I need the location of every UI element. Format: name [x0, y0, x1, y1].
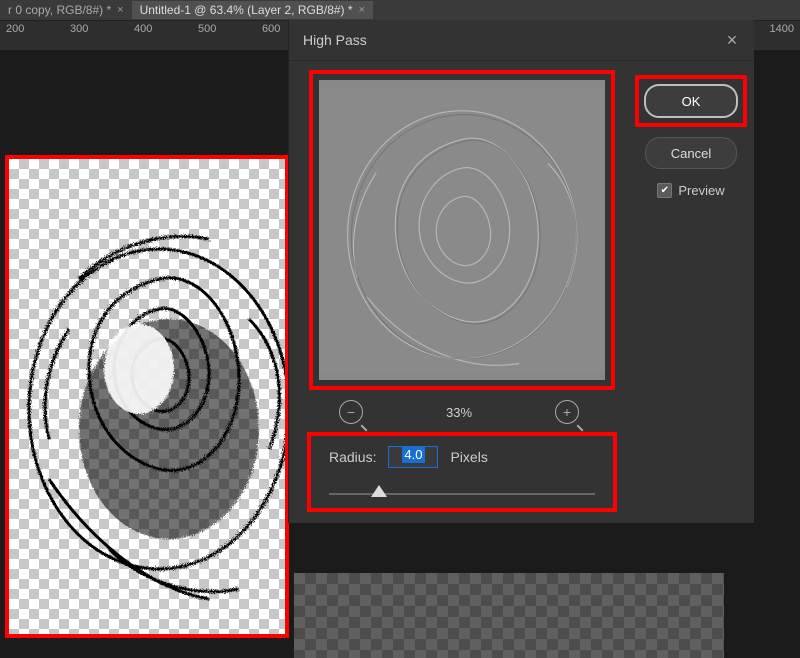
artwork-rose-sketch	[9, 159, 285, 634]
preview-toggle[interactable]: ✔ Preview	[657, 183, 724, 198]
ok-button[interactable]: OK	[644, 84, 738, 118]
ruler-mark: 400	[134, 23, 152, 35]
close-icon[interactable]: ×	[359, 4, 365, 16]
radius-unit: Pixels	[450, 449, 487, 465]
dialog-title: High Pass	[303, 32, 724, 48]
radius-input[interactable]: 4.0	[388, 446, 438, 468]
preview-zoom-controls: − 33% +	[339, 398, 579, 426]
document-tab-prev[interactable]: r 0 copy, RGB/8#) * ×	[0, 1, 132, 19]
document-tabs: r 0 copy, RGB/8#) * × Untitled-1 @ 63.4%…	[0, 0, 800, 20]
radius-row: Radius: 4.0 Pixels	[329, 446, 595, 468]
ruler-mark: 600	[262, 23, 280, 35]
dialog-actions: OK Cancel ✔ Preview	[638, 75, 744, 198]
zoom-percent: 33%	[446, 405, 472, 420]
ruler-mark: 500	[198, 23, 216, 35]
radius-label: Radius:	[329, 449, 376, 465]
transparency-grid-secondary	[294, 573, 724, 658]
close-icon[interactable]: ×	[117, 4, 123, 16]
ruler-mark: 200	[6, 23, 24, 35]
tab-label: Untitled-1 @ 63.4% (Layer 2, RGB/8#) *	[140, 3, 353, 17]
radius-panel-highlight: Radius: 4.0 Pixels	[307, 432, 617, 512]
slider-thumb[interactable]	[371, 485, 387, 497]
zoom-in-icon[interactable]: +	[555, 400, 579, 424]
close-icon[interactable]: ×	[724, 30, 740, 51]
preview-label: Preview	[678, 183, 724, 198]
ruler-mark: 300	[70, 23, 88, 35]
dialog-titlebar[interactable]: High Pass ×	[289, 20, 754, 61]
ruler-mark: 1400	[770, 23, 794, 35]
preview-rose-highpass	[319, 80, 605, 380]
document-tab-active[interactable]: Untitled-1 @ 63.4% (Layer 2, RGB/8#) * ×	[132, 1, 373, 19]
filter-preview-highlight	[309, 70, 615, 390]
checkbox-icon[interactable]: ✔	[657, 183, 672, 198]
high-pass-dialog: High Pass × OK Cancel ✔ Preview	[288, 20, 754, 523]
tab-label: r 0 copy, RGB/8#) *	[8, 3, 111, 17]
canvas-highlight	[5, 155, 289, 638]
filter-preview[interactable]	[319, 80, 605, 380]
zoom-out-icon[interactable]: −	[339, 400, 363, 424]
radius-slider[interactable]	[329, 482, 595, 506]
slider-track	[329, 493, 595, 495]
cancel-button[interactable]: Cancel	[645, 137, 737, 169]
ok-highlight: OK	[635, 75, 747, 127]
